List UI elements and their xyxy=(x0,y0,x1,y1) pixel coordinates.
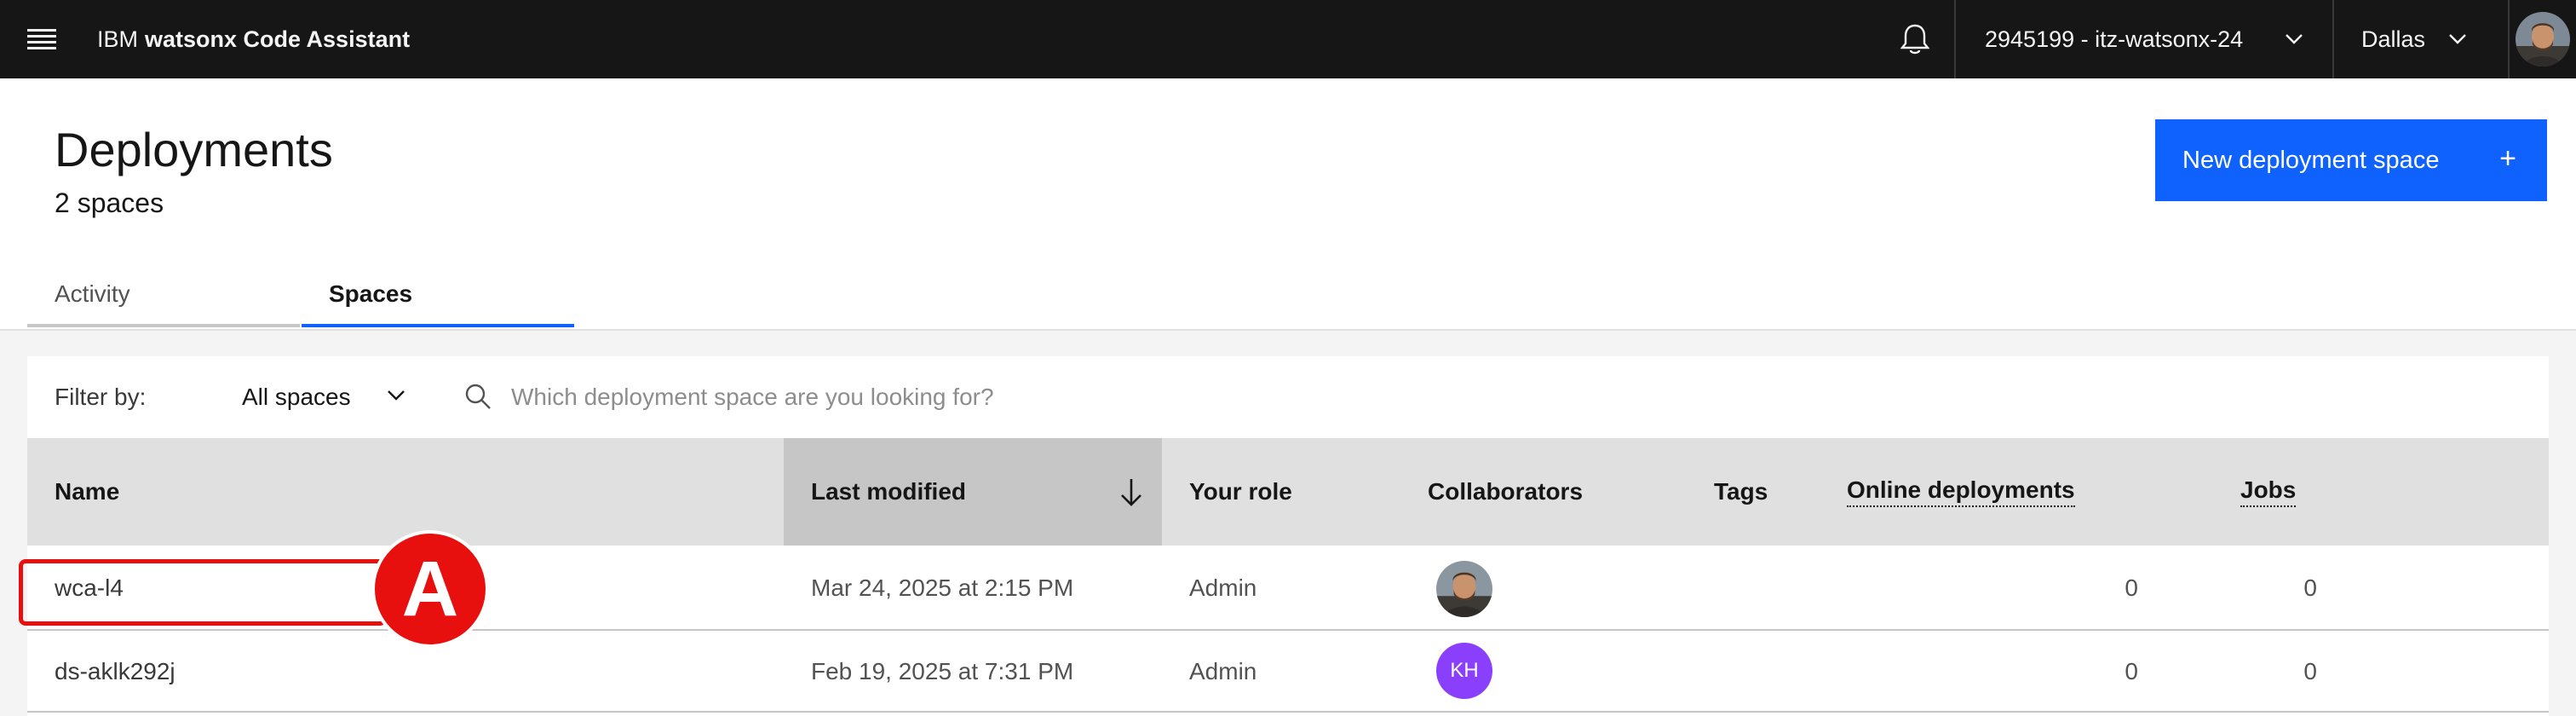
last-modified-cell: Mar 24, 2025 at 2:15 PM xyxy=(811,575,1074,601)
region-switcher[interactable]: Dallas xyxy=(2332,0,2508,78)
page-title: Deployments xyxy=(55,123,333,176)
column-header-last-modified[interactable]: Last modified xyxy=(811,438,966,546)
jobs-cell: 0 xyxy=(2303,658,2317,684)
filter-selected-value: All spaces xyxy=(242,384,351,410)
filter-label: Filter by: xyxy=(55,384,147,410)
column-header-collaborators[interactable]: Collaborators xyxy=(1428,438,1583,546)
new-deployment-space-button[interactable]: New deployment space + xyxy=(2155,119,2547,201)
role-cell: Admin xyxy=(1189,658,1257,684)
new-deployment-space-label: New deployment space xyxy=(2182,146,2440,174)
add-icon: + xyxy=(2499,142,2516,175)
search-icon xyxy=(465,384,491,409)
menu-icon[interactable] xyxy=(7,0,77,78)
last-modified-cell: Feb 19, 2025 at 7:31 PM xyxy=(811,658,1074,684)
row-divider xyxy=(27,711,2549,713)
column-header-your-role[interactable]: Your role xyxy=(1189,438,1292,546)
column-header-jobs[interactable]: Jobs xyxy=(2240,438,2297,546)
annotation-highlight-box xyxy=(19,559,387,626)
brand-product: watsonx Code Assistant xyxy=(145,26,411,52)
chevron-down-icon xyxy=(2286,34,2303,44)
column-header-name[interactable]: Name xyxy=(55,438,119,546)
annotation-badge: A xyxy=(371,530,489,648)
collaborator-avatar[interactable] xyxy=(1436,561,1492,617)
jobs-cell: 0 xyxy=(2303,575,2317,601)
tab-activity[interactable]: Activity xyxy=(27,264,300,327)
online-deployments-label: Online deployments xyxy=(1847,476,2075,507)
column-header-online-deployments[interactable]: Online deployments xyxy=(1847,438,2075,546)
account-label: 2945199 - itz-watsonx-24 xyxy=(1985,26,2244,52)
online-deployments-cell: 0 xyxy=(2125,658,2138,684)
chevron-down-icon xyxy=(2449,34,2466,44)
sort-descending-icon[interactable] xyxy=(1114,477,1148,508)
region-label: Dallas xyxy=(2361,26,2426,52)
space-filter-dropdown[interactable]: All spaces xyxy=(242,356,412,438)
chevron-down-icon xyxy=(388,390,405,401)
online-deployments-cell: 0 xyxy=(2125,575,2138,601)
column-header-tags[interactable]: Tags xyxy=(1714,438,1768,546)
role-cell: Admin xyxy=(1189,575,1257,601)
top-nav-bar: IBM watsonx Code Assistant 2945199 - itz… xyxy=(0,0,2576,78)
product-name[interactable]: IBM watsonx Code Assistant xyxy=(97,0,410,78)
jobs-label: Jobs xyxy=(2240,476,2297,507)
tab-spaces[interactable]: Spaces xyxy=(302,264,574,327)
notification-bell-icon[interactable] xyxy=(1877,0,1952,78)
collaborator-initials-avatar[interactable]: KH xyxy=(1436,643,1492,699)
space-name-link[interactable]: ds-aklk292j xyxy=(55,631,175,713)
user-avatar[interactable] xyxy=(2508,0,2576,78)
brand-prefix: IBM xyxy=(97,26,139,52)
space-search-input[interactable] xyxy=(511,368,2470,426)
space-count: 2 spaces xyxy=(55,188,164,218)
account-switcher[interactable]: 2945199 - itz-watsonx-24 xyxy=(1954,0,2332,78)
